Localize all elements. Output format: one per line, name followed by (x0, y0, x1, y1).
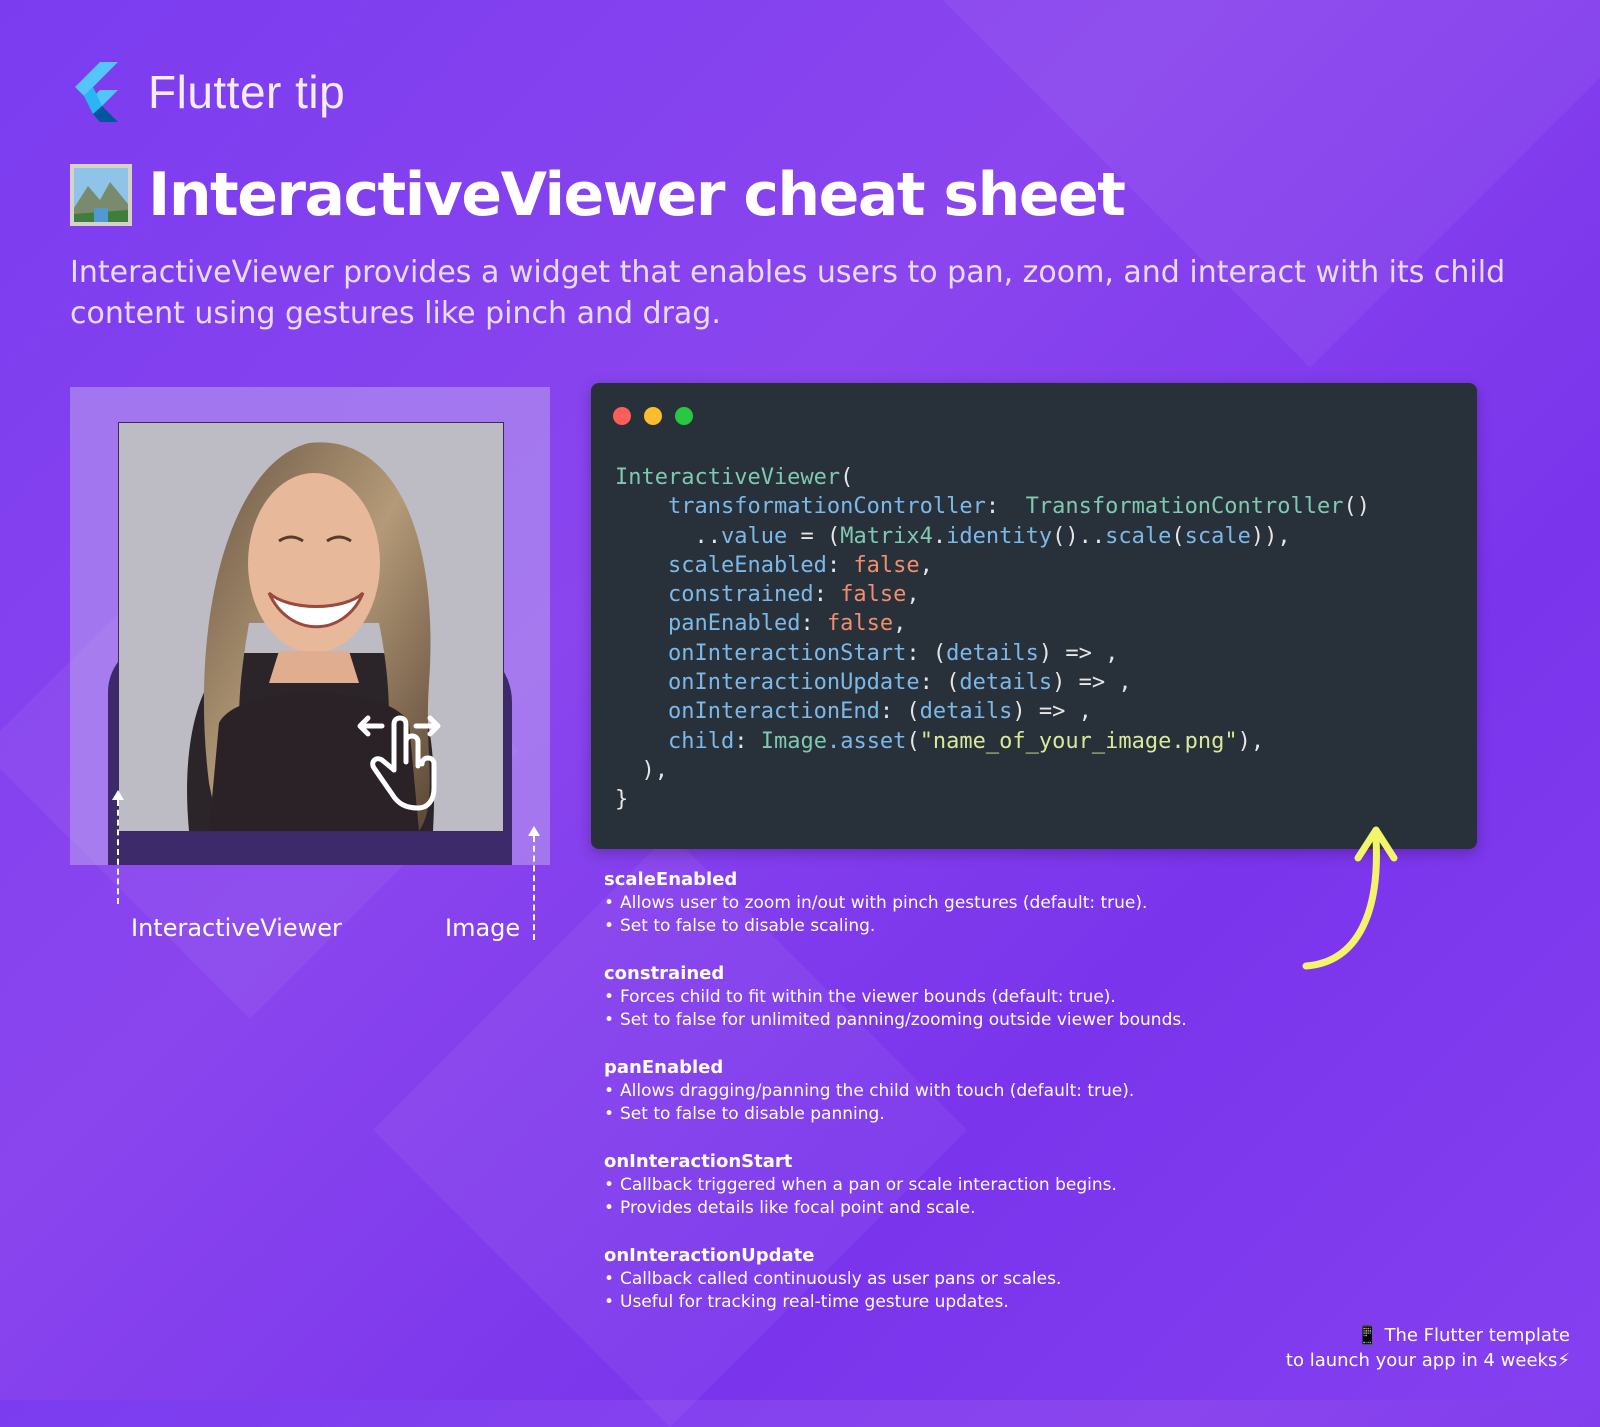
code-line: ..value = (Matrix4.identity()..scale(sca… (694, 523, 1291, 549)
code-line: ), (641, 757, 669, 783)
flutter-logo-icon (75, 62, 118, 122)
note-bullet: Provides details like focal point and sc… (604, 1197, 1304, 1220)
interactive-viewer-panel (70, 387, 550, 865)
image-arrow-head (528, 826, 540, 836)
header: Flutter tip (70, 62, 345, 122)
page-title: InteractiveViewer cheat sheet (148, 160, 1126, 230)
footer-promo[interactable]: 📱 The Flutter template to launch your ap… (1286, 1323, 1570, 1373)
code-line: constrained: false, (667, 582, 920, 608)
code-line: onInteractionStart: (details) => , (667, 640, 1119, 666)
close-dot (613, 407, 631, 425)
curved-arrow-icon (1302, 826, 1398, 970)
note-bullet: Callback triggered when a pan or scale i… (604, 1174, 1304, 1197)
note-pan-enabled: panEnabled Allows dragging/panning the c… (604, 1056, 1304, 1126)
footer-line-2: to launch your app in 4 weeks⚡ (1285, 1350, 1570, 1371)
code-line: onInteractionEnd: (details) => , (667, 699, 1092, 725)
note-on-interaction-update: onInteractionUpdate Callback called cont… (604, 1244, 1304, 1314)
note-bullet: Forces child to fit within the viewer bo… (604, 986, 1304, 1009)
note-on-interaction-start: onInteractionStart Callback triggered wh… (604, 1150, 1304, 1220)
viewer-dashed-line (117, 800, 119, 904)
code-line: } (615, 787, 629, 813)
note-bullet: Allows user to zoom in/out with pinch ge… (604, 892, 1304, 915)
note-constrained: constrained Forces child to fit within t… (604, 962, 1304, 1032)
viewer-arrow-head (112, 790, 124, 800)
code-block: InteractiveViewer( transformationControl… (615, 463, 1370, 815)
portrait-illustration (119, 423, 503, 831)
code-line: panEnabled: false, (667, 611, 907, 637)
framed-picture-icon (70, 164, 132, 226)
title-row: InteractiveViewer cheat sheet (70, 160, 1126, 230)
code-line: onInteractionUpdate: (details) => , (667, 670, 1132, 696)
child-image (118, 422, 504, 832)
pinch-gesture-icon (357, 715, 441, 811)
image-dashed-line (533, 836, 535, 940)
note-bullet: Useful for tracking real-time gesture up… (604, 1291, 1304, 1314)
code-line: InteractiveViewer( (615, 465, 854, 490)
minimize-dot (644, 407, 662, 425)
viewer-label: InteractiveViewer (131, 914, 342, 942)
note-scale-enabled: scaleEnabled Allows user to zoom in/out … (604, 868, 1304, 938)
code-line: scaleEnabled: false, (667, 552, 933, 578)
note-title: onInteractionStart (604, 1151, 793, 1172)
note-bullet: Set to false to disable scaling. (604, 915, 1304, 938)
note-title: constrained (604, 963, 725, 984)
maximize-dot (675, 407, 693, 425)
brand-title: Flutter tip (148, 66, 346, 118)
note-title: scaleEnabled (604, 869, 738, 890)
note-bullet: Callback called continuously as user pan… (604, 1268, 1304, 1291)
note-bullet: Set to false to disable panning. (604, 1103, 1304, 1126)
note-title: panEnabled (604, 1057, 724, 1078)
subtitle: InteractiveViewer provides a widget that… (70, 255, 1506, 331)
footer-line-1: 📱 The Flutter template (1356, 1325, 1570, 1346)
code-window: InteractiveViewer( transformationControl… (591, 383, 1477, 849)
code-line: transformationController: Transformation… (667, 494, 1371, 520)
image-label: Image (445, 914, 521, 942)
note-bullet: Set to false for unlimited panning/zoomi… (604, 1009, 1304, 1032)
note-title: onInteractionUpdate (604, 1245, 815, 1266)
note-bullet: Allows dragging/panning the child with t… (604, 1080, 1304, 1103)
property-notes: scaleEnabled Allows user to zoom in/out … (604, 868, 1304, 1338)
code-line: child: Image.asset("name_of_your_image.p… (667, 728, 1265, 754)
